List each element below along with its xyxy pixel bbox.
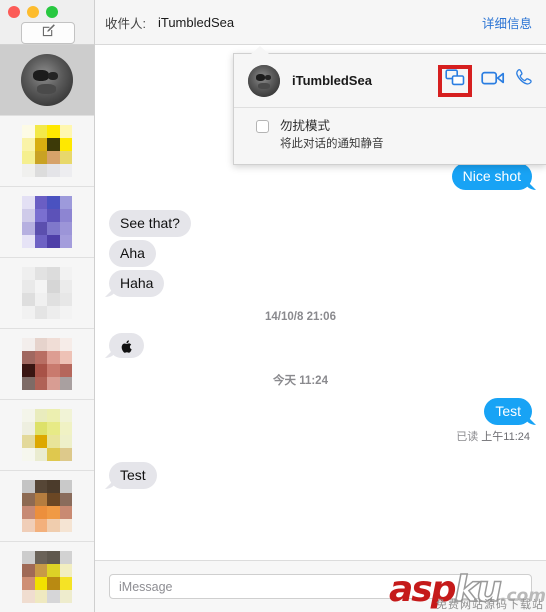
list-item[interactable] (0, 542, 94, 612)
avatar (22, 409, 72, 461)
compose-message-button[interactable] (21, 22, 75, 44)
message-row: See that? (109, 210, 532, 237)
list-item[interactable] (0, 258, 94, 329)
avatar (22, 338, 72, 390)
minimize-window-button[interactable] (27, 6, 39, 18)
do-not-disturb-text: 勿扰模式 将此对话的通知静音 (280, 118, 384, 152)
list-item[interactable] (0, 187, 94, 258)
timestamp-divider: 14/10/8 21:06 (265, 311, 336, 323)
avatar (22, 551, 72, 603)
message-row: Aha (109, 240, 532, 267)
maximize-window-button[interactable] (46, 6, 58, 18)
screen-share-icon (445, 69, 465, 92)
details-link[interactable]: 详细信息 (482, 13, 532, 32)
message-bubble[interactable]: Test (484, 398, 532, 425)
timestamp-divider: 今天 11:24 (273, 375, 328, 387)
video-call-button[interactable] (481, 69, 505, 92)
message-row: Nice shot (109, 163, 532, 190)
do-not-disturb-title: 勿扰模式 (280, 119, 331, 133)
list-item[interactable] (0, 116, 94, 187)
message-bubble[interactable]: Test (109, 462, 157, 489)
read-receipt-time: 上午11:24 (481, 431, 530, 443)
list-item[interactable] (0, 45, 94, 116)
do-not-disturb-row[interactable]: 勿扰模式 将此对话的通知静音 (234, 108, 546, 152)
close-window-button[interactable] (8, 6, 20, 18)
read-receipt-status: 已读 (456, 431, 479, 443)
popover-header: iTumbledSea (234, 54, 546, 108)
message-bubble[interactable]: Nice shot (451, 163, 532, 190)
list-item[interactable] (0, 329, 94, 400)
message-bubble[interactable]: Haha (109, 270, 165, 297)
popover-contact-name: iTumbledSea (292, 73, 372, 88)
avatar (22, 196, 72, 248)
message-row: Haha (109, 270, 532, 297)
message-row (109, 333, 532, 358)
popover-actions (438, 64, 534, 97)
avatar (22, 125, 72, 177)
recipient-label: 收件人: (105, 16, 146, 31)
sidebar (0, 0, 95, 612)
message-row: Test (109, 462, 532, 489)
avatar (22, 480, 72, 532)
message-bubble-apple-logo[interactable] (109, 333, 144, 358)
conversation-list[interactable] (0, 45, 94, 612)
messages-app-window: 收件人: iTumbledSea 详细信息 与"+86 Haha Haha Ni… (0, 0, 546, 612)
video-call-icon (481, 71, 505, 91)
avatar (22, 267, 72, 319)
list-item[interactable] (0, 471, 94, 542)
details-popover: iTumbledSea 勿扰模式 将此对话的通知静音 (233, 53, 546, 165)
sidebar-toolbar (0, 0, 94, 45)
compose-pencil-icon (41, 23, 56, 43)
do-not-disturb-checkbox[interactable] (256, 120, 269, 133)
traffic-lights (8, 6, 58, 18)
apple-logo-icon (121, 337, 132, 353)
popover-arrow (251, 46, 269, 54)
list-item[interactable] (0, 400, 94, 471)
message-bubble[interactable]: Aha (109, 240, 156, 267)
phone-call-icon (514, 69, 534, 92)
avatar (248, 64, 280, 97)
recipient-value[interactable]: iTumbledSea (158, 15, 234, 30)
message-composer (95, 560, 546, 612)
conversation-header: 收件人: iTumbledSea 详细信息 (95, 0, 546, 45)
do-not-disturb-subtitle: 将此对话的通知静音 (280, 138, 384, 150)
phone-call-button[interactable] (514, 68, 534, 93)
read-receipt: 已读 上午11:24 (109, 428, 532, 444)
message-row: Test (109, 398, 532, 425)
message-bubble[interactable]: See that? (109, 210, 191, 237)
avatar (21, 54, 73, 106)
message-input[interactable] (109, 574, 532, 599)
screen-share-button[interactable] (438, 64, 472, 97)
